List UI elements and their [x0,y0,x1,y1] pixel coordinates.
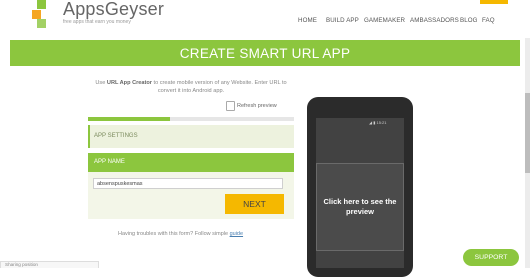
page-scrollbar[interactable] [525,38,530,268]
appsgeyser-logo-icon[interactable] [32,0,46,28]
app-settings-label: APP SETTINGS [94,133,138,139]
refresh-label: Refresh preview [237,103,277,109]
page-banner: CREATE SMART URL APP [10,40,520,66]
preview-button[interactable]: Click here to see the preview [316,163,404,251]
help-prefix: Having troubles with this form? Follow s… [118,231,230,237]
scrollbar-thumb[interactable] [525,93,530,173]
nav-item-faq[interactable]: FAQ [482,17,495,24]
support-button[interactable]: SUPPORT [463,249,519,266]
bottom-tab[interactable]: Sharing position [0,261,99,268]
progress-fill [88,117,171,121]
nav-item-gamemaker[interactable]: GAMEMAKER [364,17,405,24]
nav-item-ambassadors[interactable]: AMBASSADORS [410,17,459,24]
intro-text: Use URL App Creator to create mobile ver… [88,80,294,95]
app-settings-section[interactable]: APP SETTINGS [88,125,294,148]
app-name-section: APP NAME [88,153,294,172]
top-nav: HOME BUILD APP GAMEMAKER AMBASSADORS BLO… [298,17,530,29]
page-title: CREATE SMART URL APP [179,46,351,61]
logo-tagline: free apps that earn you money [63,19,131,25]
intro-strong: URL App Creator [106,80,152,86]
bottom-tab-label: Sharing position [5,262,38,267]
app-name-input[interactable] [93,178,283,189]
nav-item-blog[interactable]: BLOG [460,17,478,24]
next-button[interactable]: NEXT [225,194,284,214]
nav-accent-bar [480,0,508,4]
guide-link[interactable]: guide [230,231,243,237]
app-name-label: APP NAME [94,159,125,165]
nav-item-home[interactable]: HOME [298,17,317,24]
header: AppsGeyser free apps that earn you money… [0,0,530,38]
nav-item-build-app[interactable]: BUILD APP [326,17,359,24]
refresh-icon [226,101,235,111]
intro-prefix: Use [95,80,107,86]
progress-bar [88,117,294,121]
refresh-preview-button[interactable]: Refresh preview [226,101,277,111]
preview-text: Click here to see the preview [323,197,397,216]
logo-name[interactable]: AppsGeyser [63,0,164,18]
intro-rest: to create mobile version of any Website.… [151,80,287,94]
help-text: Having troubles with this form? Follow s… [118,231,243,237]
phone-status-bar: ◢ ▮ 15:21 [369,120,387,125]
